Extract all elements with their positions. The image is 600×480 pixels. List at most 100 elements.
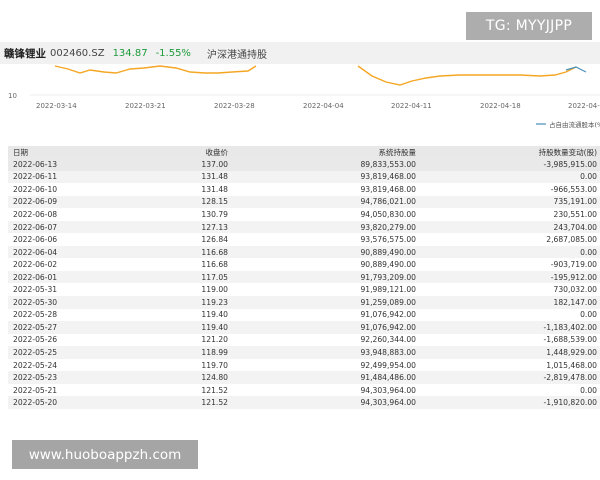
x-tick-label: 2022-04- <box>568 102 600 110</box>
legend-label: 占自由流通股本(%) <box>549 120 600 129</box>
cell-close: 119.40 <box>201 322 228 332</box>
col-holding-header[interactable]: 系统持股量 <box>228 147 417 158</box>
cell-change: 182,147.00 <box>553 297 597 307</box>
holding-chart: 10 2022-03-14 2022-03-21 2022-03-28 2022… <box>8 65 600 129</box>
cell-close: 124.80 <box>201 373 228 383</box>
cell-holding: 93,576,575.00 <box>360 235 416 245</box>
cell-holding: 94,786,021.00 <box>360 197 416 207</box>
x-tick-label: 2022-04-11 <box>391 102 432 110</box>
col-date-header[interactable]: 日期 <box>8 147 108 158</box>
x-tick-label: 2022-03-28 <box>214 102 255 110</box>
cell-date: 2022-05-30 <box>13 297 58 307</box>
holding-ratio-line-right <box>357 65 577 86</box>
cell-date: 2022-05-20 <box>13 398 58 408</box>
table-row[interactable]: 2022-05-30 119.23 91,259,089.00 182,147.00 <box>8 296 600 309</box>
cell-change: -3,985,915.00 <box>543 159 597 169</box>
table-body: 2022-06-13 137.00 89,833,553.00 -3,985,915.… <box>8 158 600 409</box>
cell-date: 2022-05-25 <box>13 347 58 357</box>
cell-holding: 94,303,964.00 <box>360 398 416 408</box>
cell-change: 0.00 <box>580 172 597 182</box>
table-row[interactable]: 2022-06-13 137.00 89,833,553.00 -3,985,915.… <box>8 158 600 171</box>
cell-close: 128.15 <box>201 197 228 207</box>
cell-date: 2022-06-10 <box>13 184 58 194</box>
cell-change: 735,191.00 <box>553 197 597 207</box>
holdings-table: 日期 收盘价 系统持股量 持股数量变动(股) 2022-06-13 137.00 8… <box>8 146 600 409</box>
site-watermark: www.huoboappzh.com <box>12 440 198 469</box>
cell-close: 131.48 <box>201 172 228 182</box>
stock-name: 赣锋锂业 <box>4 47 46 60</box>
cell-close: 119.70 <box>201 360 228 370</box>
table-row[interactable]: 2022-05-21 121.52 94,303,964.00 0.00 <box>8 384 600 397</box>
stock-price: 134.87 <box>112 47 148 59</box>
table-row[interactable]: 2022-05-25 118.99 93,948,883.00 1,448,929.0… <box>8 346 600 359</box>
cell-holding: 90,889,490.00 <box>360 260 416 270</box>
cell-holding: 91,076,942.00 <box>360 310 416 320</box>
x-tick-label: 2022-04-18 <box>480 102 521 110</box>
cell-close: 117.05 <box>201 272 228 282</box>
cell-change: 2,687,085.00 <box>546 235 597 245</box>
cell-date: 2022-06-01 <box>13 272 58 282</box>
stock-change: -1.55% <box>155 47 191 59</box>
table-row[interactable]: 2022-06-02 116.68 90,889,490.00 -903,719.00 <box>8 258 600 271</box>
table-row[interactable]: 2022-05-20 121.52 94,303,964.00 -1,910,820.… <box>8 396 600 409</box>
table-row[interactable]: 2022-05-24 119.70 92,499,954.00 1,015,468.0… <box>8 359 600 372</box>
cell-change: -1,910,820.00 <box>543 398 597 408</box>
cell-change: 1,448,929.00 <box>546 347 597 357</box>
cell-change: -1,183,402.00 <box>543 322 597 332</box>
cell-holding: 93,820,279.00 <box>360 222 416 232</box>
table-header: 日期 收盘价 系统持股量 持股数量变动(股) <box>8 146 600 158</box>
table-row[interactable]: 2022-06-06 126.84 93,576,575.00 2,687,085.0… <box>8 233 600 246</box>
cell-date: 2022-06-04 <box>13 247 58 257</box>
cell-close: 131.48 <box>201 184 228 194</box>
cell-date: 2022-06-06 <box>13 235 58 245</box>
holding-tab[interactable]: 沪深港通持股 <box>207 46 267 61</box>
cell-date: 2022-05-28 <box>13 310 58 320</box>
cell-change: 0.00 <box>580 247 597 257</box>
table-row[interactable]: 2022-06-11 131.48 93,819,468.00 0.00 <box>8 170 600 184</box>
cell-holding: 91,989,121.00 <box>360 285 416 295</box>
cell-change: 230,551.00 <box>553 209 597 219</box>
cell-change: -195,912.00 <box>550 272 597 282</box>
table-row[interactable]: 2022-05-23 124.80 91,484,486.00 -2,819,478.… <box>8 371 600 384</box>
cell-change: -903,719.00 <box>550 260 597 270</box>
table-row[interactable]: 2022-06-09 128.15 94,786,021.00 735,191.00 <box>8 195 600 209</box>
table-row[interactable]: 2022-06-01 117.05 91,793,209.00 -195,912.00 <box>8 270 600 284</box>
col-change-header[interactable]: 持股数量变动(股) <box>416 147 600 158</box>
x-tick-label: 2022-04-04 <box>303 102 344 110</box>
cell-close: 119.23 <box>201 297 228 307</box>
cell-change: 243,704.00 <box>553 222 597 232</box>
cell-holding: 91,793,209.00 <box>360 272 416 282</box>
stock-header: 赣锋锂业 002460.SZ 134.87 -1.55% 沪深港通持股 <box>0 42 600 64</box>
cell-holding: 93,948,883.00 <box>360 347 416 357</box>
cell-date: 2022-05-21 <box>13 385 58 395</box>
cell-change: -2,819,478.00 <box>543 373 597 383</box>
cell-date: 2022-06-02 <box>13 260 58 270</box>
table-row[interactable]: 2022-05-28 119.40 91,076,942.00 0.00 <box>8 309 600 322</box>
cell-close: 116.68 <box>201 260 228 270</box>
table-row[interactable]: 2022-06-07 127.13 93,820,279.00 243,704.00 <box>8 220 600 234</box>
cell-close: 118.99 <box>201 347 228 357</box>
table-row[interactable]: 2022-06-04 116.68 90,889,490.00 0.00 <box>8 245 600 259</box>
cell-change: 0.00 <box>580 385 597 395</box>
x-tick-label: 2022-03-21 <box>125 102 166 110</box>
table-row[interactable]: 2022-06-10 131.48 93,819,468.00 -966,553.00 <box>8 183 600 196</box>
cell-close: 126.84 <box>201 235 228 245</box>
cell-date: 2022-06-09 <box>13 197 58 207</box>
cell-date: 2022-06-08 <box>13 209 58 219</box>
cell-holding: 91,076,942.00 <box>360 322 416 332</box>
cell-change: 1,015,468.00 <box>546 360 597 370</box>
cell-date: 2022-05-26 <box>13 335 58 345</box>
table-row[interactable]: 2022-05-26 121.20 92,260,344.00 -1,688,539.… <box>8 334 600 347</box>
cell-date: 2022-06-13 <box>13 159 58 169</box>
col-close-header[interactable]: 收盘价 <box>108 147 229 158</box>
table-row[interactable]: 2022-05-31 119.00 91,989,121.00 730,032.00 <box>8 283 600 296</box>
cell-close: 121.52 <box>201 385 228 395</box>
cell-close: 119.00 <box>201 285 228 295</box>
table-row[interactable]: 2022-05-27 119.40 91,076,942.00 -1,183,402.… <box>8 321 600 334</box>
y-tick-label: 10 <box>8 92 17 100</box>
table-row[interactable]: 2022-06-08 130.79 94,050,830.00 230,551.00 <box>8 208 600 221</box>
cell-close: 137.00 <box>201 159 228 169</box>
cell-close: 127.13 <box>201 222 228 232</box>
telegram-watermark: TG: MYYJJPP <box>466 12 592 40</box>
cell-change: 0.00 <box>580 310 597 320</box>
